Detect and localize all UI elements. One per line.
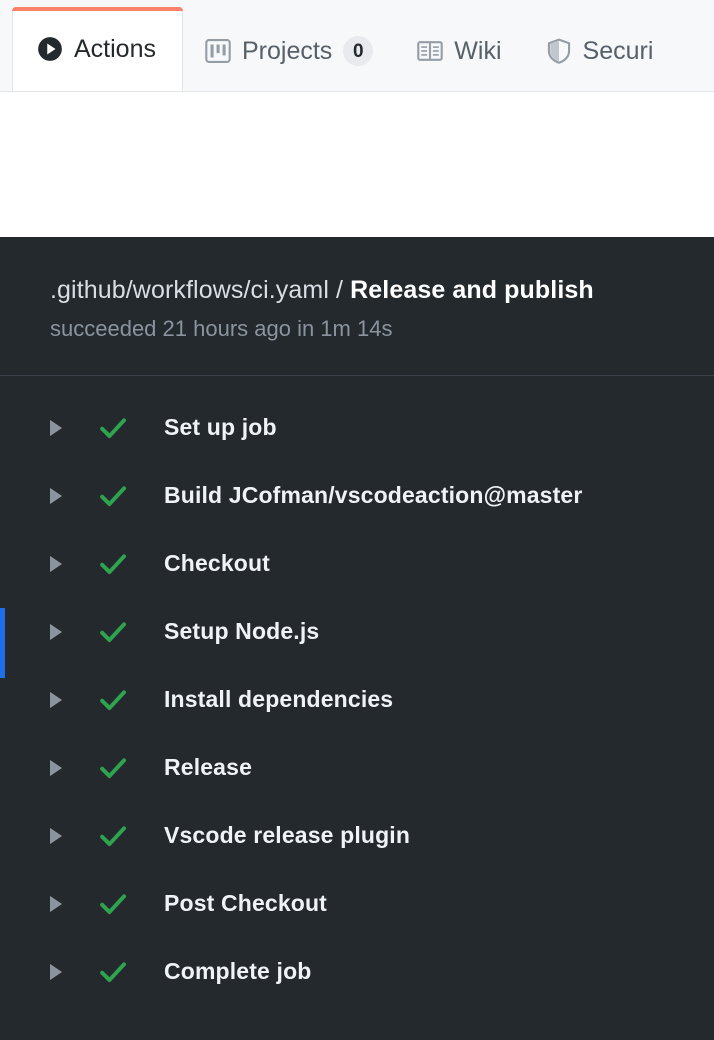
step-list: Set up job Build JCofman/vscodeaction@ma… — [0, 376, 714, 1006]
play-icon — [37, 36, 63, 62]
check-icon — [98, 413, 148, 443]
step-row[interactable]: Vscode release plugin — [0, 802, 714, 870]
check-icon — [98, 549, 148, 579]
step-row[interactable]: Setup Node.js — [0, 598, 714, 666]
vertical-scrollbar-thumb[interactable] — [0, 608, 5, 678]
repo-nav-tabbar: Actions Projects 0 Wiki Securi — [0, 0, 714, 92]
step-label: Install dependencies — [164, 686, 394, 713]
chevron-right-icon[interactable] — [48, 827, 70, 845]
check-icon — [98, 889, 148, 919]
check-icon — [98, 685, 148, 715]
step-label: Post Checkout — [164, 890, 327, 917]
step-row[interactable]: Post Checkout — [0, 870, 714, 938]
step-label: Complete job — [164, 958, 312, 985]
step-label: Vscode release plugin — [164, 822, 411, 849]
step-label: Release — [164, 754, 253, 781]
tab-wiki[interactable]: Wiki — [395, 11, 523, 91]
breadcrumb-separator: / — [336, 276, 344, 304]
project-icon — [205, 38, 231, 64]
step-label: Set up job — [164, 414, 277, 441]
workflow-log-panel: .github/workflows/ci.yaml / Release and … — [0, 237, 714, 1040]
workflow-breadcrumb: .github/workflows/ci.yaml / Release and … — [50, 275, 714, 306]
chevron-right-icon[interactable] — [48, 487, 70, 505]
chevron-right-icon[interactable] — [48, 895, 70, 913]
step-row[interactable]: Complete job — [0, 938, 714, 1006]
check-icon — [98, 753, 148, 783]
check-icon — [98, 617, 148, 647]
tab-wiki-label: Wiki — [454, 36, 502, 65]
tab-security[interactable]: Securi — [524, 11, 676, 91]
step-row[interactable]: Set up job — [0, 394, 714, 462]
step-row[interactable]: Install dependencies — [0, 666, 714, 734]
chevron-right-icon[interactable] — [48, 623, 70, 641]
job-status-line: succeeded 21 hours ago in 1m 14s — [50, 316, 393, 342]
tab-projects[interactable]: Projects 0 — [183, 11, 395, 91]
workflow-path: .github/workflows/ci.yaml — [50, 276, 329, 304]
check-icon — [98, 957, 148, 987]
step-row[interactable]: Release — [0, 734, 714, 802]
chevron-right-icon[interactable] — [48, 963, 70, 981]
tab-actions-label: Actions — [74, 34, 156, 63]
log-header: .github/workflows/ci.yaml / Release and … — [0, 237, 714, 343]
step-label: Checkout — [164, 550, 270, 577]
tab-security-label: Securi — [582, 36, 654, 65]
job-name: Release and publish — [350, 276, 594, 304]
chevron-right-icon[interactable] — [48, 555, 70, 573]
step-row[interactable]: Build JCofman/vscodeaction@master — [0, 462, 714, 530]
check-icon — [98, 821, 148, 851]
step-label: Setup Node.js — [164, 618, 320, 645]
book-icon — [417, 38, 444, 64]
chevron-right-icon[interactable] — [48, 419, 70, 437]
projects-count-badge: 0 — [343, 36, 374, 66]
step-label: Build JCofman/vscodeaction@master — [164, 482, 583, 509]
chevron-right-icon[interactable] — [48, 691, 70, 709]
step-row[interactable]: Checkout — [0, 530, 714, 598]
content-spacer — [0, 92, 714, 237]
check-icon — [98, 481, 148, 511]
chevron-right-icon[interactable] — [48, 759, 70, 777]
shield-icon — [546, 38, 572, 64]
tab-projects-label: Projects — [241, 36, 333, 65]
tab-actions[interactable]: Actions — [12, 7, 183, 91]
